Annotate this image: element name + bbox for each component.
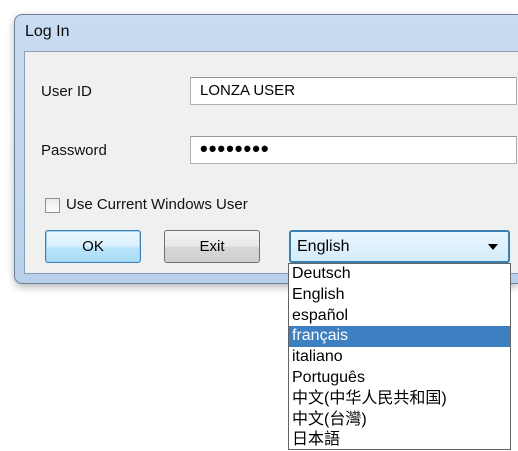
language-option-chinese-traditional[interactable]: 中文(台灣)	[289, 410, 510, 431]
user-id-label: User ID	[41, 83, 92, 100]
dialog-client-area: User ID LONZA USER Password •••••••• Use…	[24, 51, 518, 274]
password-field[interactable]: ••••••••	[190, 136, 517, 164]
password-label: Password	[41, 142, 107, 159]
language-option-japanese[interactable]: 日本語	[289, 430, 510, 451]
use-windows-user-checkbox[interactable]	[45, 198, 60, 213]
language-option-english[interactable]: English	[289, 285, 510, 306]
language-option-deutsch[interactable]: Deutsch	[289, 264, 510, 285]
chevron-down-icon[interactable]	[488, 244, 498, 250]
language-option-italiano[interactable]: italiano	[289, 347, 510, 368]
exit-button[interactable]: Exit	[164, 230, 260, 263]
language-dropdown-list: Deutsch English español français italian…	[288, 263, 511, 450]
language-option-chinese-simplified[interactable]: 中文(中华人民共和国)	[289, 389, 510, 410]
language-option-portugues[interactable]: Português	[289, 368, 510, 389]
user-id-field[interactable]: LONZA USER	[190, 77, 517, 105]
ok-button[interactable]: OK	[45, 230, 141, 263]
language-select[interactable]: English	[289, 230, 510, 263]
language-select-value: English	[297, 238, 350, 255]
language-option-espanol[interactable]: español	[289, 306, 510, 327]
use-windows-user-label[interactable]: Use Current Windows User	[66, 196, 248, 213]
dialog-title: Log In	[25, 23, 70, 40]
language-option-francais[interactable]: français	[289, 326, 510, 348]
login-dialog: Log In User ID LONZA USER Password •••••…	[14, 14, 518, 284]
